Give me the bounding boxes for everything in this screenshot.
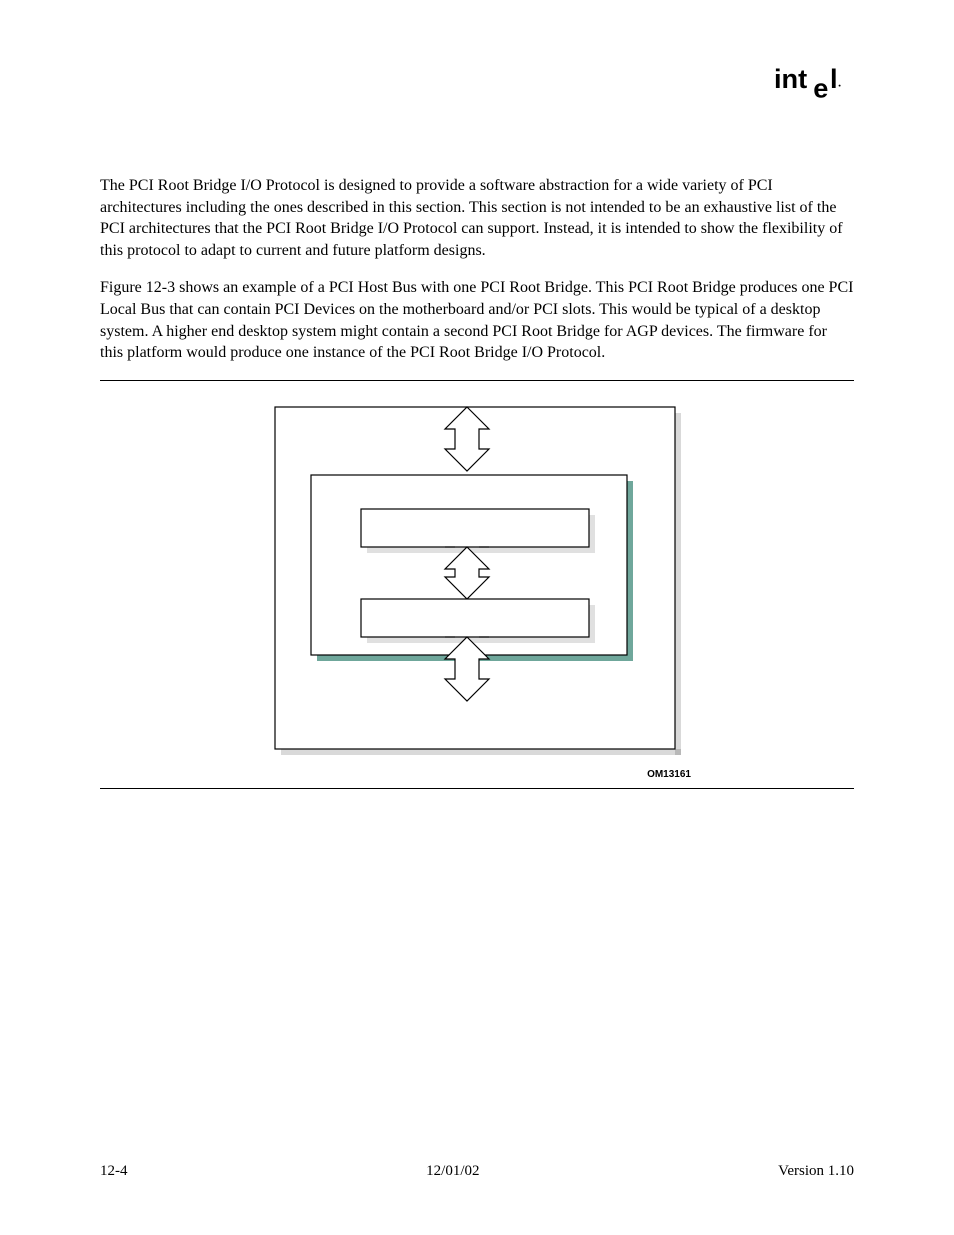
figure-om-code: OM13161 [257, 769, 697, 780]
svg-text:l: l [830, 63, 838, 94]
figure-diagram [257, 393, 697, 763]
page-footer: 12-4 12/01/02 Version 1.10 [100, 1163, 854, 1180]
figure-container: OM13161 [100, 380, 854, 789]
svg-text:e: e [813, 73, 828, 100]
footer-page-number: 12-4 [100, 1163, 128, 1180]
footer-date: 12/01/02 [426, 1163, 479, 1180]
svg-text:int: int [774, 63, 807, 94]
paragraph-1: The PCI Root Bridge I/O Protocol is desi… [100, 175, 854, 261]
intel-logo-icon: int e l [774, 60, 854, 100]
intel-logo: int e l [100, 60, 854, 105]
footer-version: Version 1.10 [778, 1163, 854, 1180]
paragraph-2: Figure 12-3 shows an example of a PCI Ho… [100, 277, 854, 363]
